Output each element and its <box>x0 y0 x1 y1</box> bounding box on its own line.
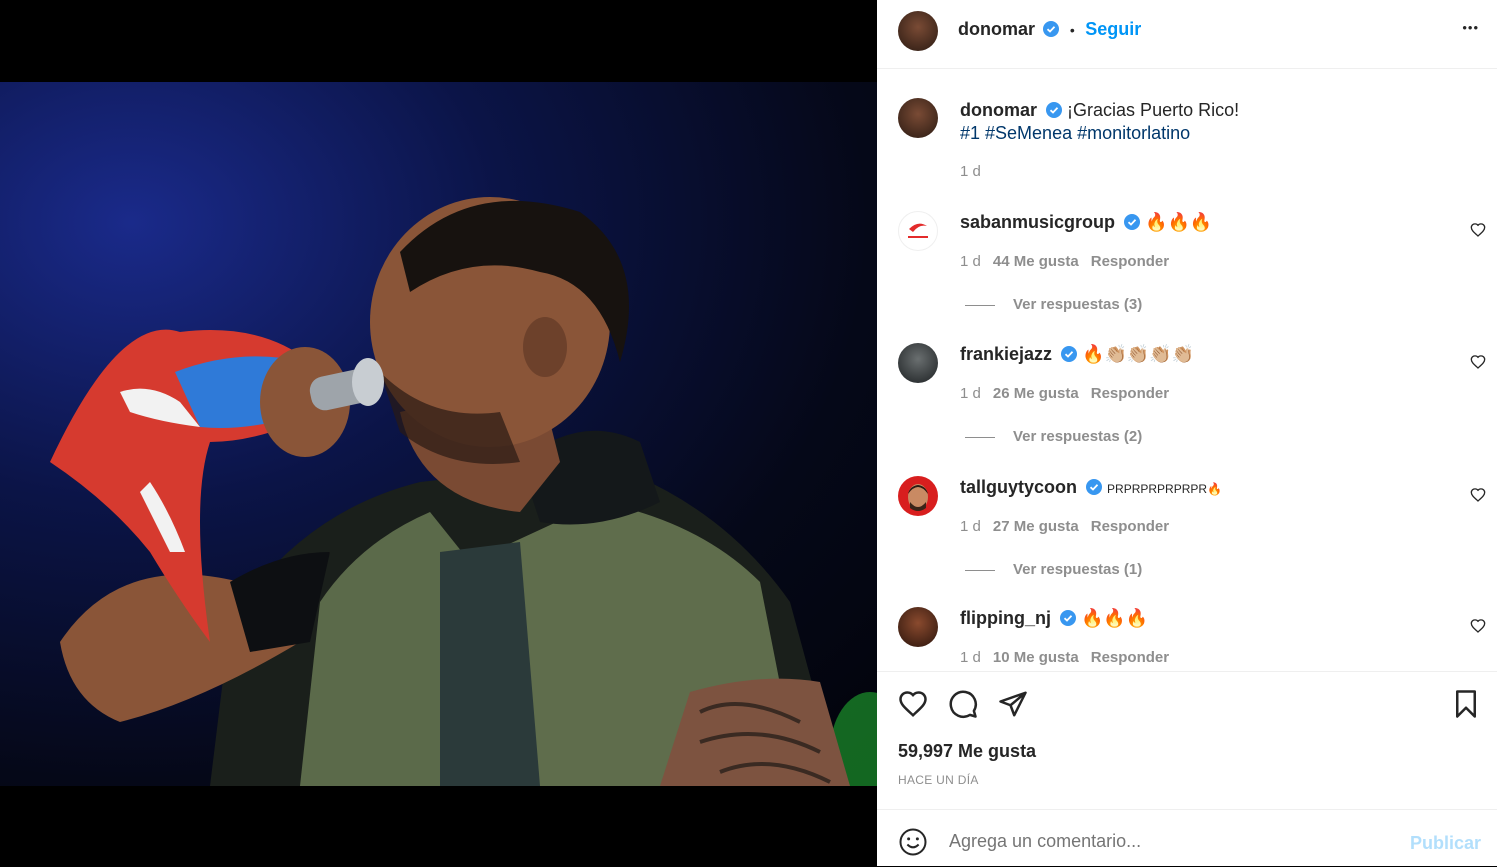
verified-badge-icon <box>1061 346 1078 362</box>
post-media <box>0 0 877 866</box>
comment-avatar[interactable] <box>898 211 938 251</box>
comment-time[interactable]: 1 d <box>960 518 981 535</box>
publish-button[interactable]: Publicar <box>1410 833 1481 854</box>
comment-time[interactable]: 1 d <box>960 253 981 270</box>
more-options-icon[interactable]: ••• <box>1462 20 1479 35</box>
comment-avatar[interactable] <box>898 607 938 647</box>
likes-count[interactable]: 59,997 Me gusta <box>898 741 1036 762</box>
comment-username[interactable]: flipping_nj <box>960 608 1051 628</box>
verified-badge-icon <box>1043 21 1060 37</box>
comment-like-heart-icon[interactable] <box>1470 618 1486 634</box>
view-replies-button[interactable]: Ver respuestas (3) <box>1013 296 1142 313</box>
add-comment-bar: Publicar <box>877 809 1497 867</box>
comment-like-heart-icon[interactable] <box>1470 354 1486 370</box>
caption-time[interactable]: 1 d <box>960 163 981 180</box>
author-avatar[interactable] <box>898 11 938 51</box>
comment-input[interactable] <box>947 825 1391 857</box>
verified-badge-icon <box>1060 610 1076 626</box>
comment-time[interactable]: 1 d <box>960 649 981 666</box>
comment-likes[interactable]: 44 Me gusta <box>993 253 1079 270</box>
comments-list[interactable]: donomar ¡Gracias Puerto Rico! #1 #SeMene… <box>877 69 1497 671</box>
comment-text: 🔥👏🏼👏🏼👏🏼👏🏼 <box>1082 344 1195 364</box>
comment-likes[interactable]: 10 Me gusta <box>993 649 1079 666</box>
follow-button[interactable]: Seguir <box>1085 19 1141 39</box>
comment-like-heart-icon[interactable] <box>1470 222 1486 238</box>
reply-button[interactable]: Responder <box>1091 649 1169 666</box>
comment-username[interactable]: tallguytycoon <box>960 477 1077 497</box>
comment-username[interactable]: sabanmusicgroup <box>960 212 1115 232</box>
view-replies-button[interactable]: Ver respuestas (2) <box>1013 428 1142 445</box>
comment-bubble-icon[interactable] <box>948 689 978 719</box>
comment-avatar[interactable] <box>898 476 938 516</box>
caption-text: ¡Gracias Puerto Rico! <box>1067 100 1240 120</box>
post-header: donomar • Seguir ••• <box>877 0 1497 69</box>
saban-logo-icon <box>908 223 928 238</box>
comment-time[interactable]: 1 d <box>960 385 981 402</box>
separator-dot: • <box>1069 22 1075 38</box>
view-replies-button[interactable]: Ver respuestas (1) <box>1013 561 1142 578</box>
verified-badge-icon <box>1086 479 1103 495</box>
comment-likes[interactable]: 26 Me gusta <box>993 385 1079 402</box>
caption-hashtags[interactable]: #1 #SeMenea #monitorlatino <box>960 123 1239 144</box>
concert-photo-illustration <box>50 197 877 786</box>
verified-badge-icon <box>1046 102 1063 118</box>
emoji-smiley-icon[interactable] <box>898 827 928 857</box>
post-photo[interactable] <box>0 82 877 786</box>
post-date[interactable]: HACE UN DÍA <box>898 773 979 787</box>
caption-username[interactable]: donomar <box>960 100 1037 120</box>
comment-text: 🔥🔥🔥 <box>1145 212 1213 232</box>
save-bookmark-icon[interactable] <box>1451 689 1481 719</box>
verified-badge-icon <box>1124 214 1141 230</box>
comment-username[interactable]: frankiejazz <box>960 344 1052 364</box>
reply-button[interactable]: Responder <box>1091 253 1169 270</box>
post-actions: 59,997 Me gusta HACE UN DÍA <box>877 671 1497 810</box>
replies-line <box>965 569 995 571</box>
author-username[interactable]: donomar <box>958 19 1035 39</box>
like-heart-icon[interactable] <box>898 689 928 719</box>
replies-line <box>965 304 995 306</box>
comment-text: PRPRPRPRPRPR🔥 <box>1107 482 1223 496</box>
reply-button[interactable]: Responder <box>1091 385 1169 402</box>
replies-line <box>965 436 995 438</box>
comment-avatar[interactable] <box>898 343 938 383</box>
comment-likes[interactable]: 27 Me gusta <box>993 518 1079 535</box>
comment-like-heart-icon[interactable] <box>1470 487 1486 503</box>
reply-button[interactable]: Responder <box>1091 518 1169 535</box>
avatar-face-illustration <box>908 484 928 511</box>
comment-text: 🔥🔥🔥 <box>1081 608 1149 628</box>
post-panel: donomar • Seguir ••• donomar ¡Gracias Pu… <box>877 0 1497 866</box>
share-send-icon[interactable] <box>998 689 1028 719</box>
caption-avatar[interactable] <box>898 98 938 138</box>
